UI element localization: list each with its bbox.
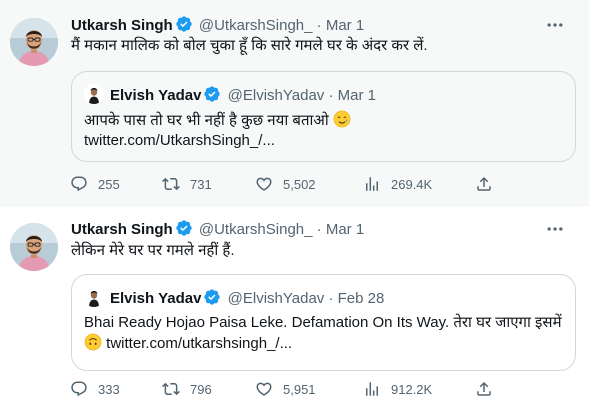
views-button[interactable]: 912.2K (363, 379, 432, 399)
quoted-tweet-date: Feb 28 (337, 290, 385, 307)
reply-button[interactable]: 255 (70, 174, 120, 194)
share-button[interactable] (475, 379, 503, 399)
reply-count: 333 (98, 381, 120, 397)
profile-photo-icon (10, 223, 58, 271)
quoted-author-handle: @ElvishYadav (227, 87, 325, 104)
quoted-author-name: Elvish Yadav (110, 290, 202, 307)
more-options-icon[interactable] (545, 219, 565, 239)
retweet-count: 796 (190, 381, 212, 397)
quoted-tweet-link[interactable]: twitter.com/UtkarshSingh_/... (84, 132, 275, 149)
quoted-tweet-body: आपके पास तो घर भी नहीं है कुछ नया बताओ t… (84, 110, 563, 151)
tweet[interactable]: Utkarsh Singh @UtkarshSingh_ · Mar 1 लेक… (0, 207, 589, 410)
quoted-avatar-icon (84, 84, 104, 104)
separator-dot: · (316, 221, 322, 238)
retweet-icon (162, 380, 180, 398)
tweet-actions: 255 731 5,502 269.4K (70, 174, 500, 194)
view-count: 269.4K (391, 176, 433, 192)
verified-badge-icon (203, 288, 221, 306)
quoted-author-name: Elvish Yadav (110, 87, 202, 104)
quoted-tweet-text: आपके पास तो घर भी नहीं है कुछ नया बताओ (84, 112, 329, 129)
like-count: 5,951 (283, 381, 316, 397)
verified-badge-icon[interactable] (175, 219, 193, 237)
author-handle[interactable]: @UtkarshSingh_ (199, 221, 313, 238)
reply-icon (70, 175, 88, 193)
quoted-tweet-header: Elvish Yadav @ElvishYadav · Mar 1 (84, 84, 376, 104)
tweet-date[interactable]: Mar 1 (326, 17, 364, 34)
quoted-tweet[interactable]: Elvish Yadav @ElvishYadav · Mar 1 आपके प… (71, 71, 576, 162)
views-chart-icon (363, 175, 381, 193)
verified-badge-icon (203, 85, 221, 103)
verified-badge-icon[interactable] (175, 15, 193, 33)
tweet-date[interactable]: Mar 1 (326, 221, 364, 238)
tweet-text: लेकिन मेरे घर पर गमले नहीं हैं. (71, 242, 235, 259)
tweet-header: Utkarsh Singh @UtkarshSingh_ · Mar 1 (71, 219, 579, 239)
tweet[interactable]: Utkarsh Singh @UtkarshSingh_ · Mar 1 मैं… (0, 0, 589, 206)
quoted-tweet-date: Mar 1 (337, 87, 376, 104)
tweet-header: Utkarsh Singh @UtkarshSingh_ · Mar 1 (71, 15, 579, 35)
profile-photo-icon (10, 18, 58, 66)
author-name[interactable]: Utkarsh Singh (71, 17, 173, 34)
quoted-tweet-body: Bhai Ready Hojao Paisa Leke. Defamation … (84, 313, 563, 354)
like-button[interactable]: 5,951 (255, 379, 316, 399)
like-button[interactable]: 5,502 (255, 174, 316, 194)
separator-dot: · (328, 290, 334, 307)
tweet-actions: 333 796 5,951 912.2K (70, 379, 500, 399)
retweet-icon (162, 175, 180, 193)
retweet-button[interactable]: 731 (162, 174, 212, 194)
more-options-icon[interactable] (545, 15, 565, 35)
views-button[interactable]: 269.4K (363, 174, 432, 194)
face-with-tear-emoji-icon (333, 110, 351, 128)
heart-icon (255, 175, 273, 193)
heart-icon (255, 380, 273, 398)
share-icon (475, 175, 493, 193)
separator-dot: · (316, 17, 322, 34)
view-count: 912.2K (391, 381, 433, 397)
quoted-tweet[interactable]: Elvish Yadav @ElvishYadav · Feb 28 Bhai … (71, 274, 576, 371)
avatar[interactable] (10, 223, 58, 271)
share-button[interactable] (475, 174, 503, 194)
views-chart-icon (363, 380, 381, 398)
upside-down-face-emoji-icon (84, 333, 102, 351)
separator-dot: · (328, 87, 334, 104)
reply-button[interactable]: 333 (70, 379, 120, 399)
timeline-feed: Utkarsh Singh @UtkarshSingh_ · Mar 1 मैं… (0, 0, 589, 410)
like-count: 5,502 (283, 176, 316, 192)
quoted-tweet-link[interactable]: twitter.com/utkarshsingh_/... (106, 335, 292, 352)
tweet-text: मैं मकान मालिक को बोल चुका हूँ कि सारे ग… (71, 37, 428, 54)
quoted-tweet-text: Bhai Ready Hojao Paisa Leke. Defamation … (84, 314, 562, 331)
quoted-author-handle: @ElvishYadav (227, 290, 325, 307)
retweet-count: 731 (190, 176, 212, 192)
quoted-tweet-header: Elvish Yadav @ElvishYadav · Feb 28 (84, 287, 384, 307)
author-name[interactable]: Utkarsh Singh (71, 221, 173, 238)
reply-count: 255 (98, 176, 120, 192)
retweet-button[interactable]: 796 (162, 379, 212, 399)
quoted-avatar-icon (84, 287, 104, 307)
share-icon (475, 380, 493, 398)
avatar[interactable] (10, 18, 58, 66)
author-handle[interactable]: @UtkarshSingh_ (199, 17, 313, 34)
reply-icon (70, 380, 88, 398)
